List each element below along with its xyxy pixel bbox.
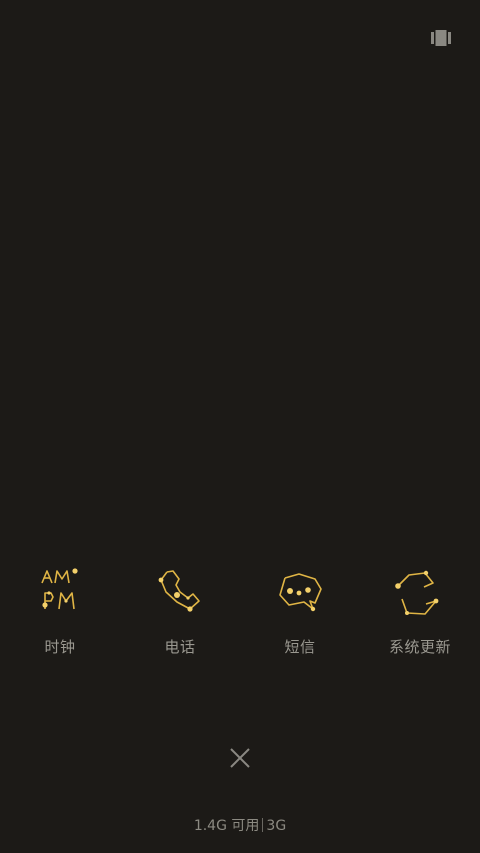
memory-total: 3G [266,818,287,834]
app-phone[interactable]: 电话 [120,560,240,670]
app-messages[interactable]: 短信 [240,560,360,670]
message-icon [275,565,325,621]
memory-status: 1.4G 可用 3G [0,815,480,835]
app-label: 电话 [164,638,196,656]
app-label: 短信 [284,638,316,656]
app-system-update[interactable]: 系统更新 [360,560,480,670]
app-shortcuts: 时钟 电话 短信 系统更新 [0,560,480,670]
app-label: 系统更新 [388,638,451,656]
memory-available: 1.4G 可用 [193,818,260,834]
app-clock[interactable]: 时钟 [0,560,120,670]
app-label: 时钟 [44,638,76,656]
card-stack-icon[interactable] [431,30,451,46]
recent-apps-screen: 时钟 电话 短信 系统更新 1.4G 可用 3G [0,0,480,853]
close-icon[interactable] [225,743,255,773]
system-update-icon [395,565,445,621]
clock-ampm-icon [35,565,85,621]
separator [262,818,264,832]
phone-icon [155,565,205,621]
